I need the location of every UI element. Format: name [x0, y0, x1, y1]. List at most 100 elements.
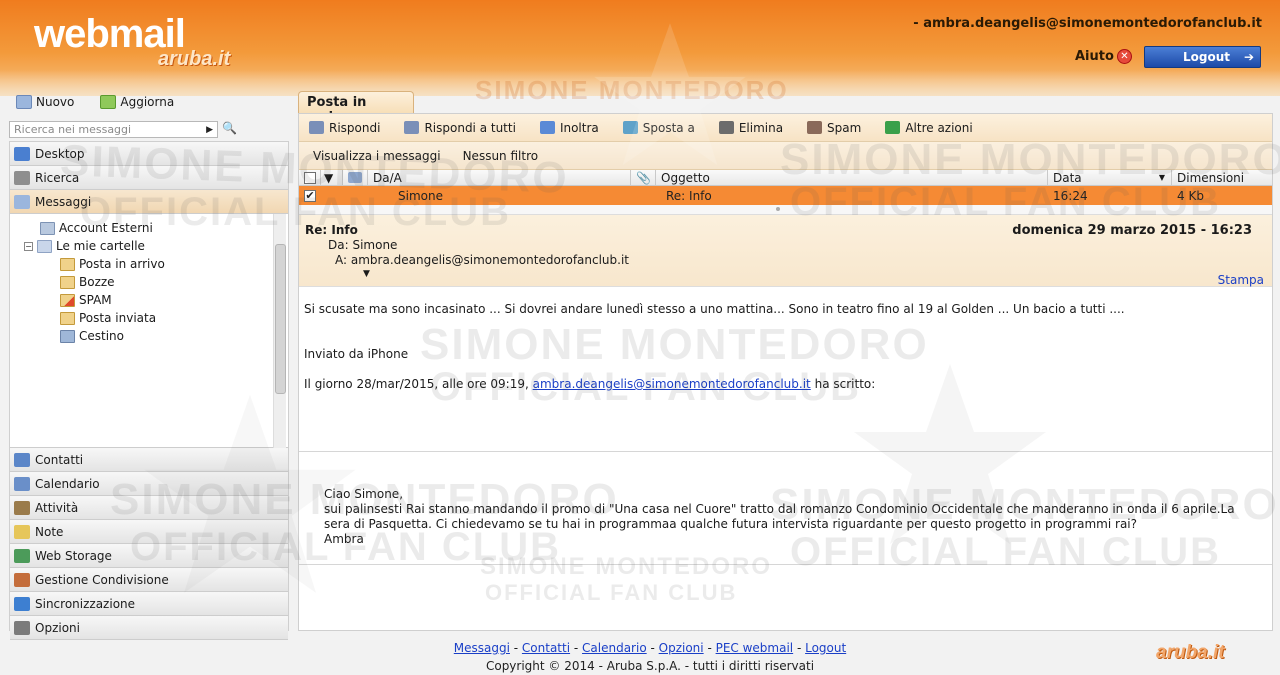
tree-scrollbar[interactable] [273, 214, 286, 448]
footer-separator: - [793, 641, 806, 655]
sposta-a-button[interactable]: Sposta a [622, 121, 695, 135]
sidebar-item-contatti[interactable]: Contatti [10, 448, 288, 472]
rispondi-button[interactable]: Rispondi [309, 121, 380, 135]
message-body: Si scusate ma sono incasinato ... Si dov… [299, 287, 1272, 577]
spam-folder-icon [60, 293, 75, 307]
inoltra-button[interactable]: Inoltra [539, 120, 599, 135]
calendar-icon [14, 476, 30, 491]
footer-link-messaggi[interactable]: Messaggi [454, 641, 510, 655]
footer-link-opzioni[interactable]: Opzioni [659, 641, 704, 655]
tree-item-my-folders[interactable]: − Le mie cartelle [24, 238, 145, 254]
collapse-icon[interactable]: − [24, 241, 33, 251]
tree-item-external[interactable]: Account Esterni [40, 220, 153, 236]
expand-details-icon[interactable]: ▼ [363, 269, 370, 279]
view-messages-filter[interactable]: Visualizza i messaggi [313, 149, 441, 163]
checkbox-icon [304, 171, 316, 184]
toolbar-label: Inoltra [559, 120, 599, 135]
sidebar-item-sincronizzazione[interactable]: Sincronizzazione [10, 592, 288, 616]
table-row[interactable]: ✔ Simone Re: Info 16:24 4 Kb [299, 186, 1272, 205]
logo-subtext: aruba.it [158, 48, 231, 70]
quote-separator-bottom [299, 564, 1272, 565]
message-header: Re: Info domenica 29 marzo 2015 - 16:23 … [299, 215, 1272, 287]
footer-link-logout[interactable]: Logout [805, 641, 846, 655]
column-from[interactable]: Da/A [368, 169, 631, 186]
help-link[interactable]: Aiuto ✕ [1075, 49, 1132, 64]
row-flags [321, 186, 368, 205]
sidebar-item-opzioni[interactable]: Opzioni [10, 616, 288, 640]
splitter-handle[interactable] [776, 207, 780, 211]
sidebar-item-label: Note [35, 524, 64, 539]
elimina-button[interactable]: Elimina [718, 120, 784, 135]
sidebar-item-label: Desktop [35, 146, 85, 161]
tab-inbox[interactable]: Posta in arrivo [298, 91, 414, 125]
aruba-footer-logo[interactable]: aruba.it [1156, 642, 1225, 664]
footer-link-contatti[interactable]: Contatti [522, 641, 570, 655]
search-icon[interactable]: 🔍 [222, 121, 240, 137]
forward-icon [539, 121, 555, 134]
row-from: Simone [398, 188, 443, 203]
from-label: Da: [328, 238, 349, 252]
altre-azioni-button[interactable]: Altre azioni [885, 121, 973, 135]
toolbar-label: Elimina [738, 120, 784, 135]
reply-header-suffix: ha scritto: [814, 377, 876, 391]
tree-item-sent[interactable]: Posta inviata [60, 310, 156, 326]
new-button[interactable]: Nuovo [16, 95, 74, 109]
column-size[interactable]: Dimensioni [1172, 170, 1258, 186]
sidebar-item-gestione-condivisione[interactable]: Gestione Condivisione [10, 568, 288, 592]
message-subject: Re: Info [305, 223, 358, 237]
spam-button[interactable]: Spam [807, 121, 861, 135]
search-input[interactable]: Ricerca nei messaggi ▶ [9, 121, 218, 138]
header: webmail aruba.it - ambra.deangelis@simon… [0, 0, 1280, 96]
attachment-column-icon: 📎 [631, 169, 656, 186]
refresh-label: Aggiorna [120, 95, 175, 109]
sidebar-item-ricerca[interactable]: Ricerca [10, 166, 288, 190]
quoted-message: Ciao Simone, sui palinsesti Rai stanno m… [324, 487, 1254, 547]
logout-button[interactable]: Logout ➔ [1144, 46, 1261, 68]
no-filter[interactable]: Nessun filtro [463, 149, 539, 163]
body-reply-header: Il giorno 28/mar/2015, alle ore 09:19, a… [304, 377, 875, 391]
sidebar-item-web-storage[interactable]: Web Storage [10, 544, 288, 568]
quote-greeting: Ciao Simone, [324, 487, 404, 501]
quote-separator [299, 451, 1272, 452]
message-to: A: ambra.deangelis@simonemontedorofanclu… [335, 253, 629, 267]
column-date[interactable]: Data ▼ [1048, 169, 1172, 186]
footer-link-calendario[interactable]: Calendario [582, 641, 647, 655]
reply-email-link[interactable]: ambra.deangelis@simonemontedorofanclub.i… [533, 377, 811, 391]
sidebar-item-desktop[interactable]: Desktop [10, 142, 288, 166]
scroll-thumb[interactable] [275, 244, 286, 394]
folder-tree: Account Esterni − Le mie cartelle Posta … [10, 214, 288, 448]
sidebar-item-messaggi[interactable]: Messaggi [10, 190, 288, 214]
search-options-icon[interactable]: ▶ [206, 125, 213, 135]
print-link[interactable]: Stampa [1218, 273, 1264, 287]
message-list-spacer [299, 205, 1272, 215]
tree-item-drafts[interactable]: Bozze [60, 274, 115, 290]
message-toolbar: Rispondi Rispondi a tutti Inoltra Sposta a E… [299, 114, 1272, 142]
footer-link-pec-webmail[interactable]: PEC webmail [716, 641, 794, 655]
webmail-logo[interactable]: webmail aruba.it [34, 12, 230, 70]
sidebar-item-note[interactable]: Note [10, 520, 288, 544]
nav-bottom-group: Contatti Calendario Attività Note Web Storag… [10, 448, 288, 640]
search-placeholder: Ricerca nei messaggi [14, 123, 132, 136]
sidebar-item-label: Sincronizzazione [35, 596, 136, 611]
tree-item-trash[interactable]: Cestino [60, 328, 124, 344]
row-checkbox[interactable]: ✔ [299, 186, 321, 205]
sort-menu-icon[interactable]: ▼ [321, 169, 343, 186]
storage-icon [14, 548, 30, 563]
tree-item-spam[interactable]: SPAM [60, 292, 112, 308]
rispondi-a-tutti-button[interactable]: Rispondi a tutti [404, 121, 516, 135]
magnifier-icon [14, 170, 30, 185]
sidebar-item-label: Calendario [35, 476, 100, 491]
tree-item-inbox[interactable]: Posta in arrivo [60, 256, 165, 272]
column-subject[interactable]: Oggetto [656, 169, 1048, 186]
reply-icon [309, 121, 324, 134]
sidebar-item-calendario[interactable]: Calendario [10, 472, 288, 496]
tree-label: Posta inviata [79, 311, 157, 325]
sidebar-item-attivit[interactable]: Attività [10, 496, 288, 520]
message-date: domenica 29 marzo 2015 - 16:23 [1012, 223, 1252, 238]
column-date-label: Data [1053, 170, 1082, 185]
message-from: Da: Simone [328, 238, 397, 252]
select-all-checkbox[interactable] [299, 169, 321, 186]
logout-label: Logout [1183, 50, 1231, 64]
filter-bar: Visualizza i messaggi Nessun filtro [299, 142, 1272, 170]
refresh-button[interactable]: Aggiorna [100, 95, 174, 109]
